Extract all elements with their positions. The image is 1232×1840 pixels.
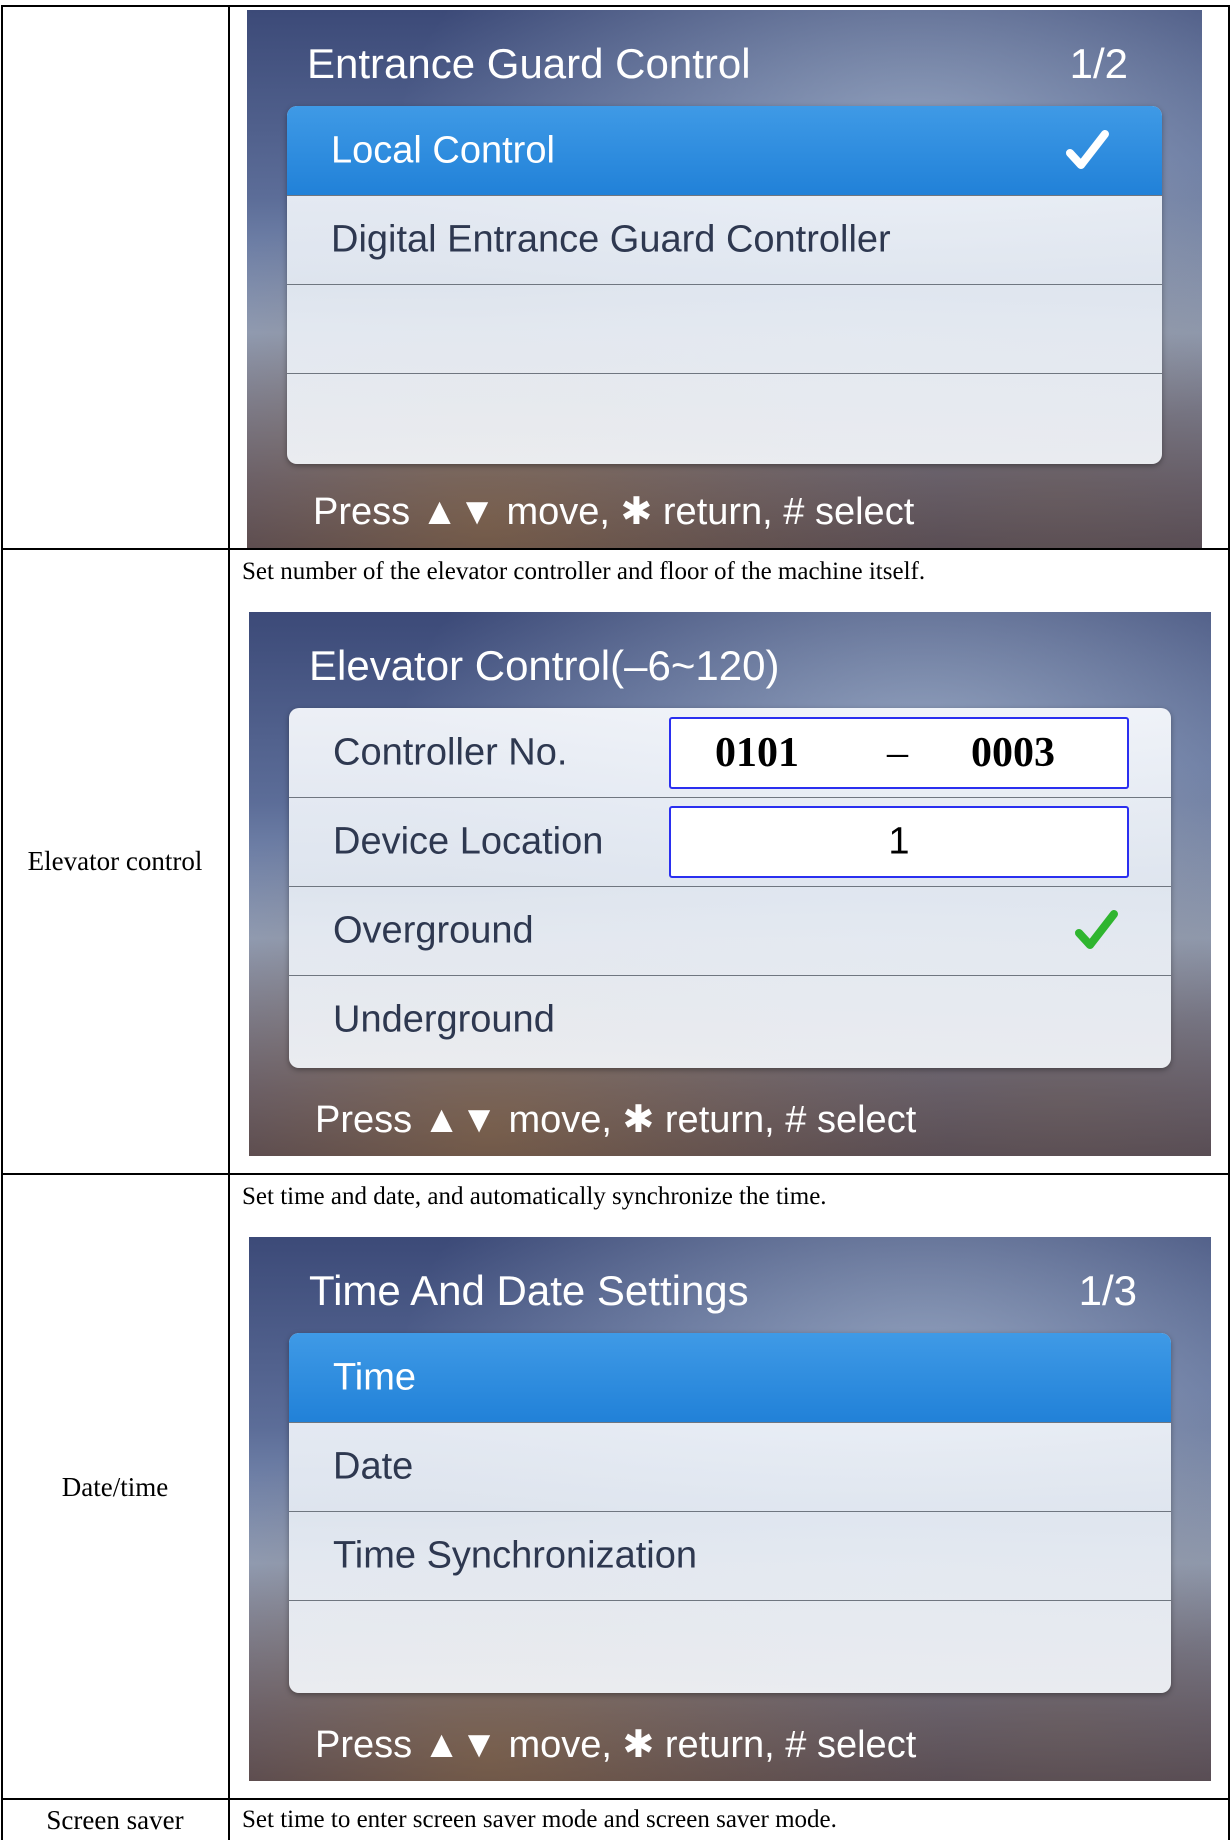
menu-item-time[interactable]: Time <box>289 1333 1171 1422</box>
row-label: Elevator control <box>27 846 203 876</box>
menu-item-empty <box>289 1600 1171 1689</box>
menu-item-time-synchronization[interactable]: Time Synchronization <box>289 1511 1171 1600</box>
menu-item-label: Date <box>333 1445 414 1488</box>
row-divider-2 <box>1 1173 1229 1175</box>
menu-item-underground[interactable]: Underground <box>289 975 1171 1064</box>
controller-no-part2: 0003 <box>971 729 1055 776</box>
page-indicator: 1/3 <box>1078 1267 1137 1314</box>
screen-title: Entrance Guard Control <box>307 40 751 87</box>
table-top-border <box>1 5 1229 7</box>
menu-list: Controller No. 0101 – 0003 Device Locati… <box>289 708 1171 1068</box>
controller-no-part1: 0101 <box>715 729 799 776</box>
key-hint: Press ▲▼ move, ✱ return, # select <box>315 1724 917 1766</box>
key-hint: Press ▲▼ move, ✱ return, # select <box>313 491 915 533</box>
screen-title: Elevator Control(–6~120) <box>309 642 780 689</box>
table-left-border <box>1 5 3 1840</box>
menu-item-local-control[interactable]: Local Control <box>287 106 1162 195</box>
checkmark-icon <box>1066 129 1109 169</box>
row-description: Set number of the elevator controller an… <box>242 558 926 585</box>
entrance-guard-screen: Entrance Guard Control 1/2 Local Control… <box>247 10 1202 548</box>
menu-list: Local Control Digital Entrance Guard Con… <box>287 106 1162 464</box>
page-indicator: 1/2 <box>1069 40 1128 87</box>
controller-no-separator: – <box>887 729 908 776</box>
screen-title: Time And Date Settings <box>309 1267 749 1314</box>
menu-item-label: Underground <box>333 998 555 1041</box>
device-location-value: 1 <box>888 820 910 863</box>
checkmark-icon <box>1075 910 1118 949</box>
menu-item-empty <box>287 373 1162 462</box>
menu-item-label: Local Control <box>331 129 555 171</box>
menu-item-label: Controller No. <box>333 731 568 773</box>
menu-item-device-location[interactable]: Device Location 1 <box>289 797 1171 886</box>
row-divider-1 <box>1 548 1229 550</box>
menu-item-date[interactable]: Date <box>289 1422 1171 1511</box>
row-divider-3 <box>1 1798 1229 1800</box>
row-label: Date/time <box>61 1472 169 1502</box>
menu-item-label: Device Location <box>333 820 604 863</box>
elevator-control-screen: Elevator Control(–6~120) Controller No. … <box>249 612 1211 1156</box>
controller-no-field[interactable]: 0101 – 0003 <box>669 716 1129 789</box>
row-description: Set time and date, and automatically syn… <box>242 1183 827 1210</box>
menu-item-label: Overground <box>333 909 534 952</box>
menu-item-empty <box>287 284 1162 373</box>
row-label: Screen saver <box>46 1805 184 1835</box>
key-hint: Press ▲▼ move, ✱ return, # select <box>315 1099 917 1141</box>
table-right-border <box>1228 5 1230 1840</box>
device-location-field[interactable]: 1 <box>669 806 1129 878</box>
menu-item-overground[interactable]: Overground <box>289 886 1171 975</box>
menu-list: Time Date Time Synchronization <box>289 1333 1171 1693</box>
column-divider <box>228 5 230 1840</box>
menu-item-controller-no[interactable]: Controller No. 0101 – 0003 <box>289 708 1171 797</box>
menu-item-label: Digital Entrance Guard Controller <box>331 218 891 261</box>
menu-item-digital-controller[interactable]: Digital Entrance Guard Controller <box>287 195 1162 284</box>
row-description: Set time to enter screen saver mode and … <box>242 1806 837 1833</box>
time-date-screen: Time And Date Settings 1/3 Time Date Tim… <box>249 1237 1211 1781</box>
menu-item-label: Time Synchronization <box>333 1534 697 1577</box>
menu-item-label: Time <box>333 1356 417 1398</box>
